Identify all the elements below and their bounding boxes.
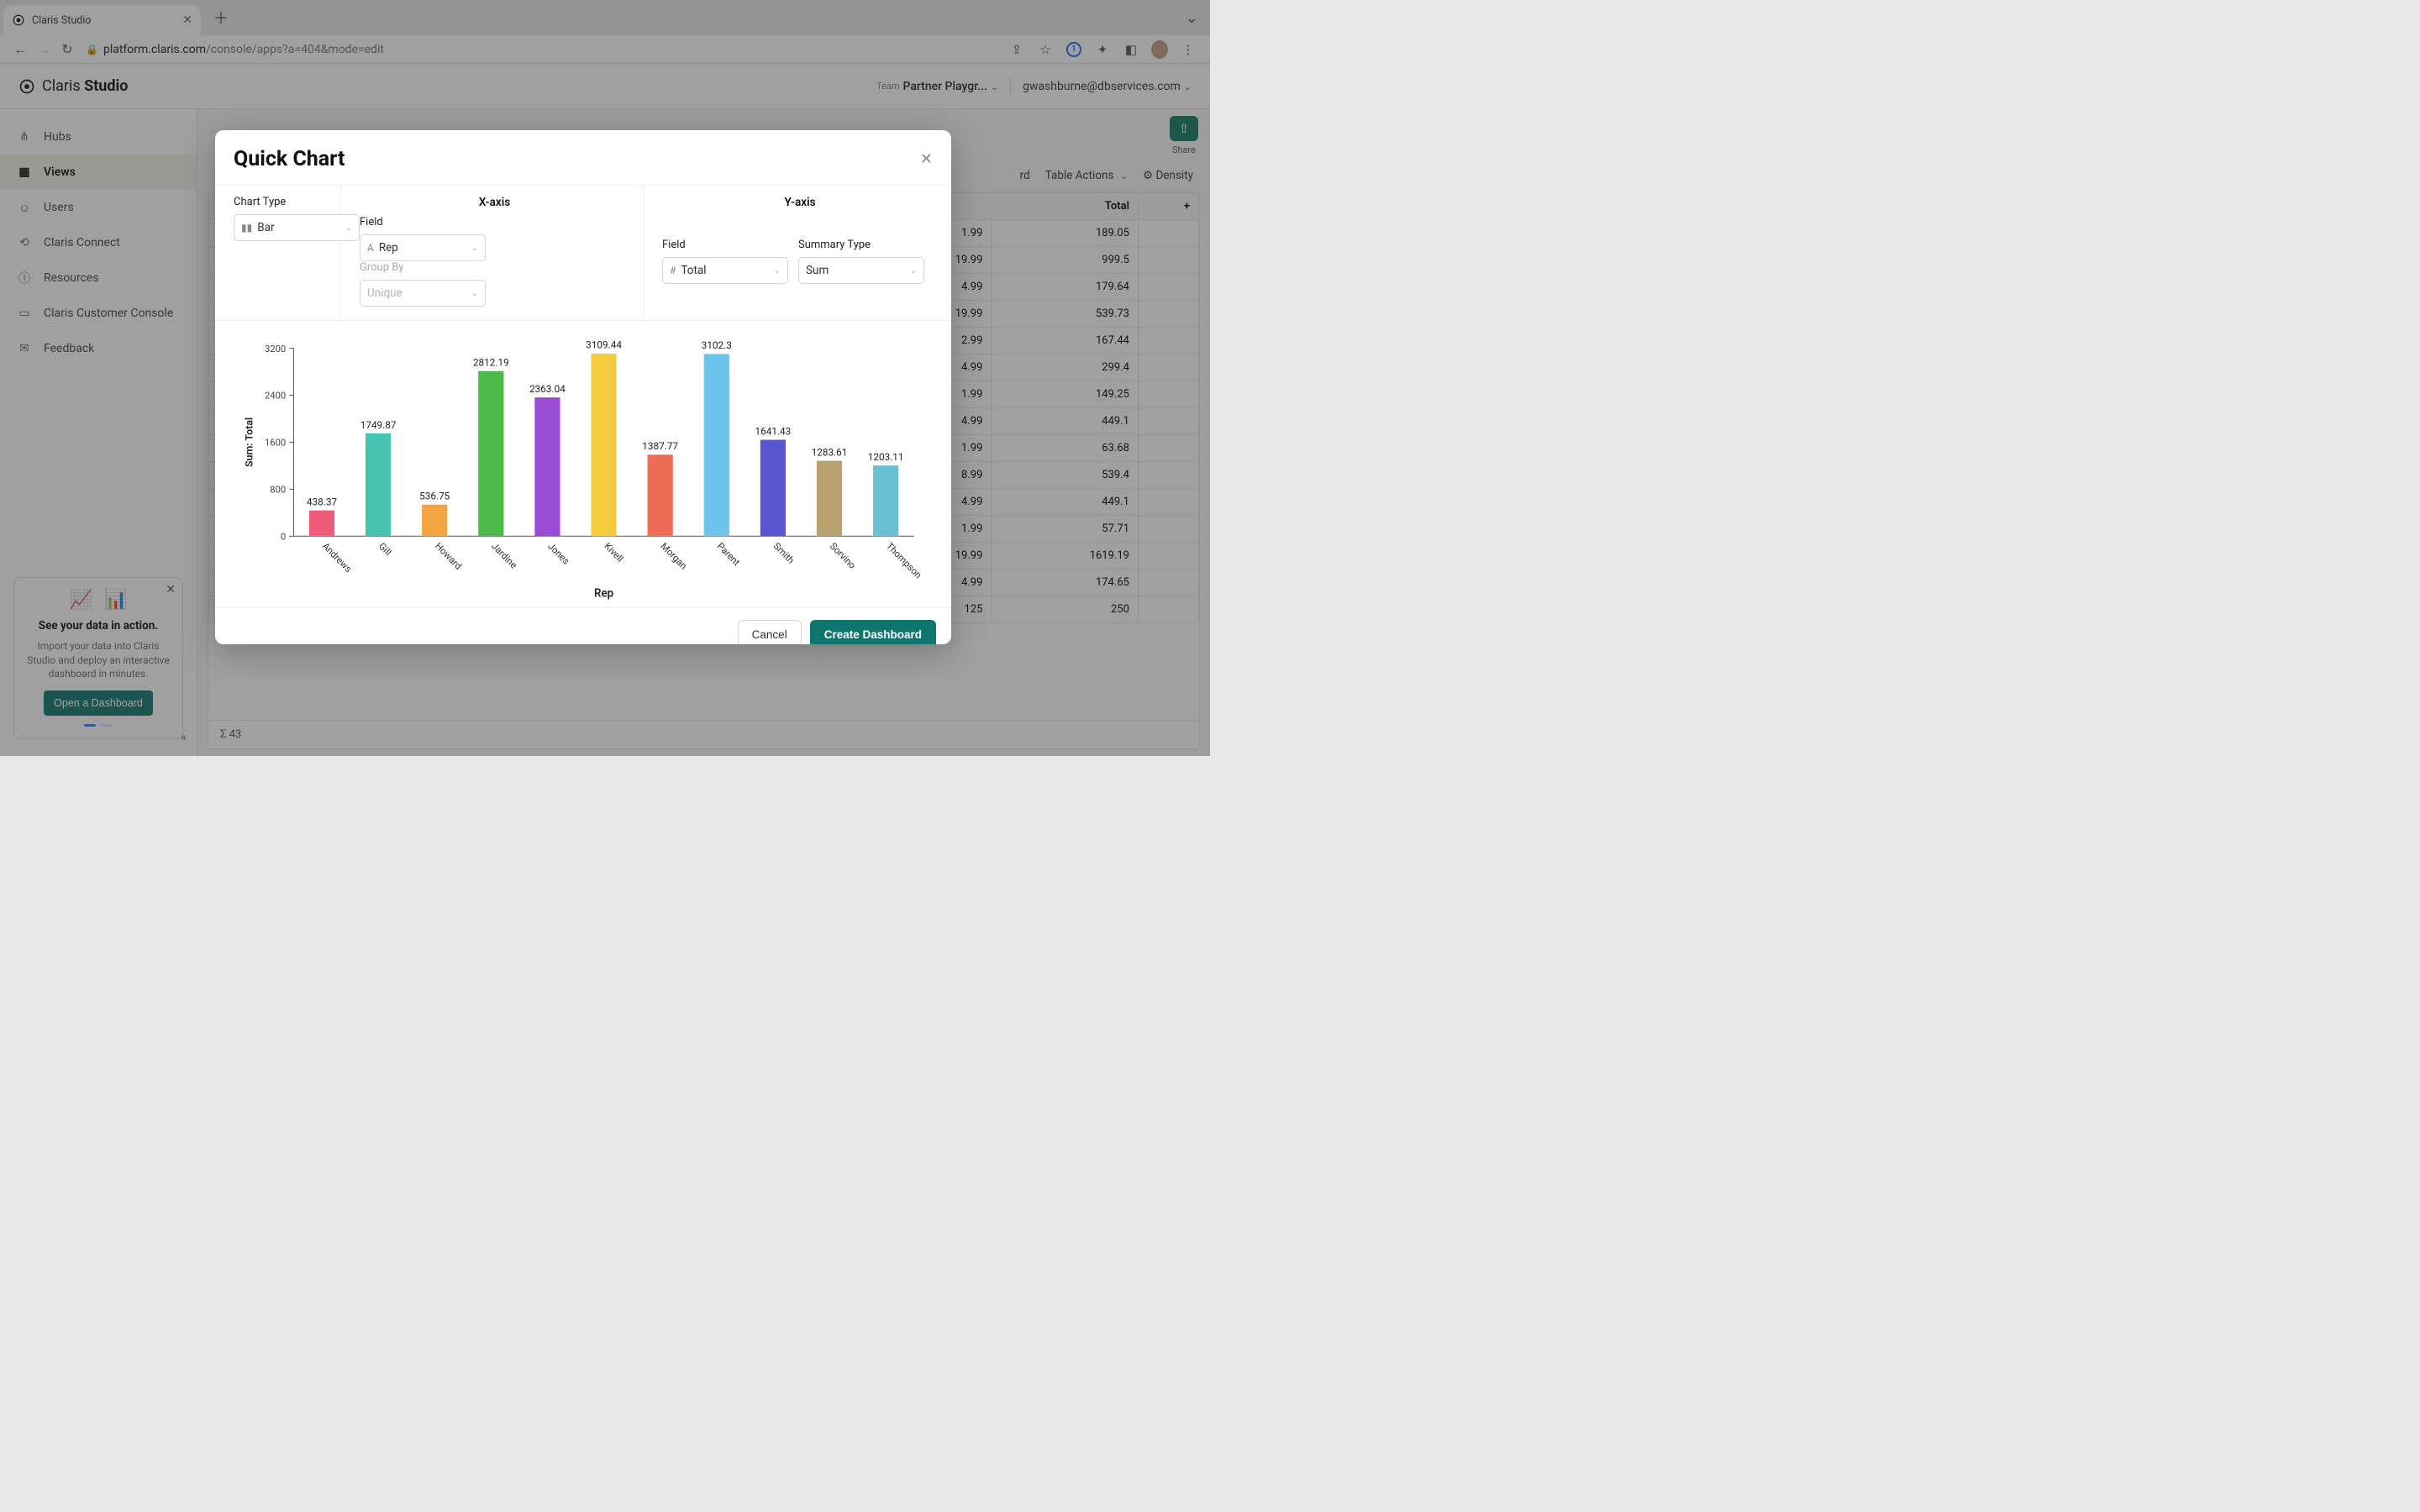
y-field-label: Field: [662, 239, 788, 251]
bar-thompson[interactable]: [873, 465, 898, 536]
y-axis-col: Y-axis Field #Total⌄ Summary Type Sum⌄: [644, 186, 951, 320]
svg-text:Morgan: Morgan: [659, 541, 689, 572]
modal-header: Quick Chart ✕: [215, 130, 951, 185]
svg-text:Jones: Jones: [545, 541, 571, 567]
svg-text:2812.19: 2812.19: [473, 356, 509, 368]
x-field-label: Field: [360, 216, 486, 228]
svg-text:Parent: Parent: [715, 541, 742, 569]
svg-text:536.75: 536.75: [419, 490, 450, 501]
create-dashboard-button[interactable]: Create Dashboard: [810, 620, 936, 644]
bar-jardine[interactable]: [478, 371, 503, 537]
svg-text:800: 800: [270, 484, 286, 495]
modal-footer: Cancel Create Dashboard: [215, 607, 951, 644]
bar-sorvino[interactable]: [817, 461, 842, 537]
cancel-button[interactable]: Cancel: [738, 620, 802, 644]
svg-text:438.37: 438.37: [307, 496, 337, 507]
chart-area: 0 800 1600 2400 3200 438.37 Andrews 1749.87 Gill…: [215, 321, 951, 607]
close-modal-icon[interactable]: ✕: [920, 150, 933, 168]
bar-andrews[interactable]: [309, 511, 334, 537]
bar-morgan[interactable]: [648, 454, 673, 536]
y-field-select[interactable]: #Total⌄: [662, 257, 788, 284]
svg-text:3109.44: 3109.44: [586, 339, 622, 351]
y-axis-title: Y-axis: [662, 196, 938, 232]
svg-text:2363.04: 2363.04: [529, 383, 566, 395]
chevron-down-icon: ⌄: [910, 266, 917, 276]
bar-smith[interactable]: [760, 440, 786, 537]
svg-text:Kivell: Kivell: [602, 541, 625, 564]
chart-type-col: Chart Type ▮▮Bar⌄: [215, 186, 341, 320]
svg-text:Howard: Howard: [433, 541, 464, 572]
x-axis-col: X-axis Field ARep⌄ Group By Unique⌄: [341, 186, 644, 320]
svg-text:2400: 2400: [265, 391, 286, 402]
number-icon: #: [670, 265, 676, 276]
group-by-select: Unique⌄: [360, 280, 486, 307]
svg-text:1600: 1600: [265, 438, 286, 449]
quick-chart-modal: Quick Chart ✕ Chart Type ▮▮Bar⌄ X-axis F…: [215, 130, 951, 644]
group-by-label: Group By: [360, 261, 486, 274]
svg-text:Smith: Smith: [771, 541, 797, 566]
svg-text:Sorvino: Sorvino: [828, 541, 858, 571]
chevron-down-icon: ⌄: [774, 266, 781, 276]
summary-type-select[interactable]: Sum⌄: [798, 257, 924, 284]
bar-icon: ▮▮: [241, 222, 252, 234]
svg-text:3102.3: 3102.3: [702, 339, 732, 351]
bar-chart: 0 800 1600 2400 3200 438.37 Andrews 1749.87 Gill…: [239, 333, 926, 602]
svg-text:Thompson: Thompson: [884, 541, 923, 581]
x-axis-title: X-axis: [360, 196, 629, 209]
chevron-down-icon: ⌄: [471, 244, 478, 253]
modal-title: Quick Chart: [234, 147, 345, 171]
svg-text:1641.43: 1641.43: [755, 425, 792, 437]
svg-text:0: 0: [281, 531, 286, 542]
chevron-down-icon: ⌄: [471, 289, 478, 298]
svg-text:Gill: Gill: [376, 541, 393, 559]
svg-text:1387.77: 1387.77: [642, 440, 678, 452]
svg-text:Jardine: Jardine: [489, 541, 518, 571]
x-field-select[interactable]: ARep⌄: [360, 234, 486, 261]
svg-text:Sum: Total: Sum: Total: [244, 417, 255, 467]
text-icon: A: [367, 242, 374, 254]
summary-type-label: Summary Type: [798, 239, 924, 251]
bar-howard[interactable]: [422, 505, 447, 537]
svg-text:Andrews: Andrews: [320, 541, 354, 575]
bar-kivell[interactable]: [591, 354, 616, 536]
svg-text:3200: 3200: [265, 344, 286, 354]
svg-text:1203.11: 1203.11: [868, 451, 904, 463]
svg-text:Rep: Rep: [594, 588, 614, 601]
svg-text:1749.87: 1749.87: [360, 419, 397, 431]
modal-controls: Chart Type ▮▮Bar⌄ X-axis Field ARep⌄ Gro…: [215, 185, 951, 321]
bar-parent[interactable]: [704, 354, 729, 536]
svg-text:1283.61: 1283.61: [812, 446, 848, 458]
bar-gill[interactable]: [366, 433, 391, 536]
bar-jones[interactable]: [534, 397, 560, 536]
